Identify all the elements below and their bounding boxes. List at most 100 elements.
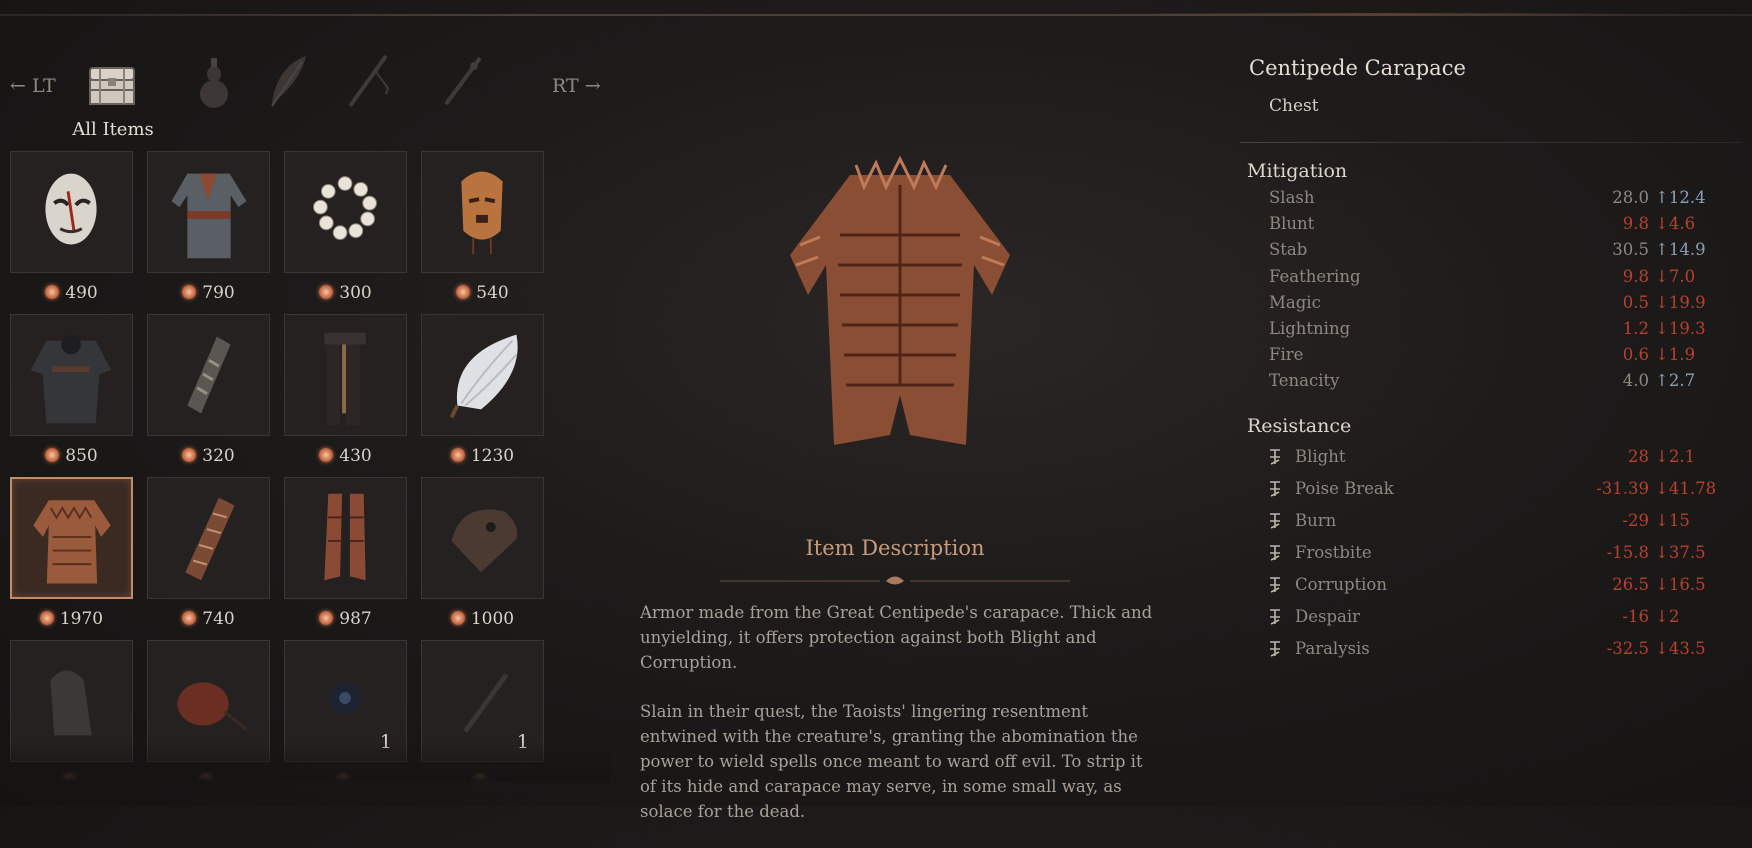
tab-staves[interactable] bbox=[338, 45, 402, 117]
white-fan-icon bbox=[449, 334, 518, 419]
item-type: Chest bbox=[1269, 96, 1319, 116]
mitigation-row: Tenacity 4.0 ↑2.7 bbox=[1269, 371, 1719, 395]
stat-diff: ↑12.4 bbox=[1655, 188, 1706, 207]
mitigation-row: Slash 28.0 ↑12.4 bbox=[1269, 188, 1719, 212]
item-price: 540 bbox=[421, 283, 544, 303]
coin-icon bbox=[456, 285, 471, 299]
stat-value: 28 bbox=[1628, 447, 1649, 466]
stat-diff: ↑2.7 bbox=[1655, 371, 1696, 391]
stat-value: 28.0 bbox=[1612, 188, 1649, 207]
stat-diff: ↓4.6 bbox=[1655, 214, 1696, 234]
inventory-slot[interactable] bbox=[421, 151, 544, 273]
paralysis-icon bbox=[1270, 641, 1280, 657]
coin-icon bbox=[182, 611, 197, 625]
item-price: 1970 bbox=[10, 609, 133, 629]
stat-label: Blunt bbox=[1269, 214, 1315, 234]
stat-label: Paralysis bbox=[1295, 639, 1370, 658]
stat-label: Lightning bbox=[1269, 319, 1351, 338]
inventory-slot[interactable] bbox=[284, 151, 407, 273]
inventory-slot[interactable] bbox=[284, 314, 407, 436]
coin-icon bbox=[319, 285, 334, 299]
prayer-beads-icon bbox=[313, 176, 377, 241]
tab-gourds[interactable] bbox=[182, 45, 246, 117]
stat-diff: ↓1.9 bbox=[1655, 345, 1696, 365]
bracer-icon bbox=[187, 336, 231, 414]
stat-value: -29 bbox=[1622, 511, 1649, 530]
stat-diff: ↓16.5 bbox=[1655, 575, 1706, 594]
grid-fade bbox=[10, 741, 610, 781]
resistance-row: Paralysis -32.5 ↓43.5 bbox=[1269, 639, 1719, 663]
gourd-icon bbox=[200, 58, 228, 108]
item-price: 790 bbox=[147, 283, 270, 303]
inventory-slot[interactable] bbox=[10, 151, 133, 273]
leggings-icon bbox=[324, 332, 366, 426]
stat-diff: ↑14.9 bbox=[1655, 240, 1706, 260]
mitigation-row: Magic 0.5 ↓19.9 bbox=[1269, 293, 1719, 317]
resistance-row: Corruption 26.5 ↓16.5 bbox=[1269, 575, 1719, 599]
centipede-carapace-preview-icon bbox=[790, 155, 1010, 445]
stat-value: 9.8 bbox=[1622, 214, 1649, 234]
stat-label: Despair bbox=[1295, 607, 1361, 626]
details-divider bbox=[1240, 142, 1742, 143]
feather-icon bbox=[271, 56, 306, 107]
inventory-slot[interactable] bbox=[10, 314, 133, 436]
inventory-slot[interactable] bbox=[147, 477, 270, 599]
beaked-mask-icon bbox=[451, 509, 518, 573]
item-price: 1000 bbox=[421, 609, 544, 629]
stat-value: 4.0 bbox=[1622, 371, 1649, 391]
item-price: 430 bbox=[284, 446, 407, 466]
claw-bracer-icon bbox=[185, 497, 235, 581]
stat-diff: ↓15 bbox=[1655, 511, 1690, 530]
stat-value: 26.5 bbox=[1612, 575, 1649, 594]
poise-break-icon bbox=[1270, 481, 1280, 497]
stat-label: Poise Break bbox=[1295, 479, 1394, 498]
blight-icon bbox=[1270, 449, 1280, 465]
next-category-button[interactable]: RT → bbox=[552, 75, 601, 97]
inventory-slot-selected[interactable] bbox=[10, 477, 133, 599]
frostbite-icon bbox=[1270, 545, 1280, 561]
stat-diff: ↓41.78 bbox=[1655, 479, 1717, 498]
tab-feathers[interactable] bbox=[258, 45, 322, 117]
stat-label: Blight bbox=[1295, 447, 1346, 466]
stat-value: -15.8 bbox=[1606, 543, 1649, 562]
dagger-icon bbox=[444, 56, 482, 106]
category-tab-bar: ← LT RT → All Items bbox=[0, 45, 610, 140]
burn-icon bbox=[1270, 513, 1280, 529]
inventory-slot[interactable] bbox=[421, 477, 544, 599]
stat-value: -32.5 bbox=[1606, 639, 1649, 658]
inventory-slot[interactable] bbox=[284, 477, 407, 599]
coin-icon bbox=[319, 448, 334, 462]
stat-label: Corruption bbox=[1295, 575, 1387, 594]
mitigation-row: Feathering 9.8 ↓7.0 bbox=[1269, 267, 1719, 291]
centipede-carapace-icon bbox=[33, 500, 111, 584]
tab-all-items[interactable] bbox=[80, 45, 144, 117]
mitigation-heading: Mitigation bbox=[1247, 160, 1348, 182]
previous-category-button[interactable]: ← LT bbox=[10, 75, 56, 97]
coin-icon bbox=[182, 448, 197, 462]
resistance-row: Frostbite -15.8 ↓37.5 bbox=[1269, 543, 1719, 567]
coin-icon bbox=[182, 285, 197, 299]
inventory-slot[interactable] bbox=[147, 314, 270, 436]
stat-diff: ↓19.9 bbox=[1655, 292, 1706, 312]
item-price: 320 bbox=[147, 446, 270, 466]
mitigation-row: Lightning 1.2 ↓19.3 bbox=[1269, 319, 1719, 343]
mitigation-row: Stab 30.5 ↑14.9 bbox=[1269, 240, 1719, 264]
stat-diff: ↓43.5 bbox=[1655, 639, 1706, 658]
description-divider bbox=[720, 576, 1070, 585]
stat-value: 9.8 bbox=[1622, 266, 1649, 286]
treasure-chest-icon bbox=[89, 67, 135, 105]
resistance-row: Burn -29 ↓15 bbox=[1269, 511, 1719, 535]
item-price: 740 bbox=[147, 609, 270, 629]
active-tab-label: All Items bbox=[72, 119, 154, 140]
coin-icon bbox=[39, 611, 54, 625]
resistance-row: Blight 28 ↓2.1 bbox=[1269, 447, 1719, 471]
tab-weapons[interactable] bbox=[430, 45, 494, 117]
staff-icon bbox=[348, 54, 390, 108]
inventory-slot[interactable] bbox=[147, 151, 270, 273]
coin-icon bbox=[450, 611, 465, 625]
stat-label: Tenacity bbox=[1269, 371, 1340, 391]
item-price: 300 bbox=[284, 283, 407, 303]
inventory-slot[interactable] bbox=[421, 314, 544, 436]
stat-value: 0.5 bbox=[1622, 292, 1649, 312]
despair-icon bbox=[1270, 609, 1280, 625]
